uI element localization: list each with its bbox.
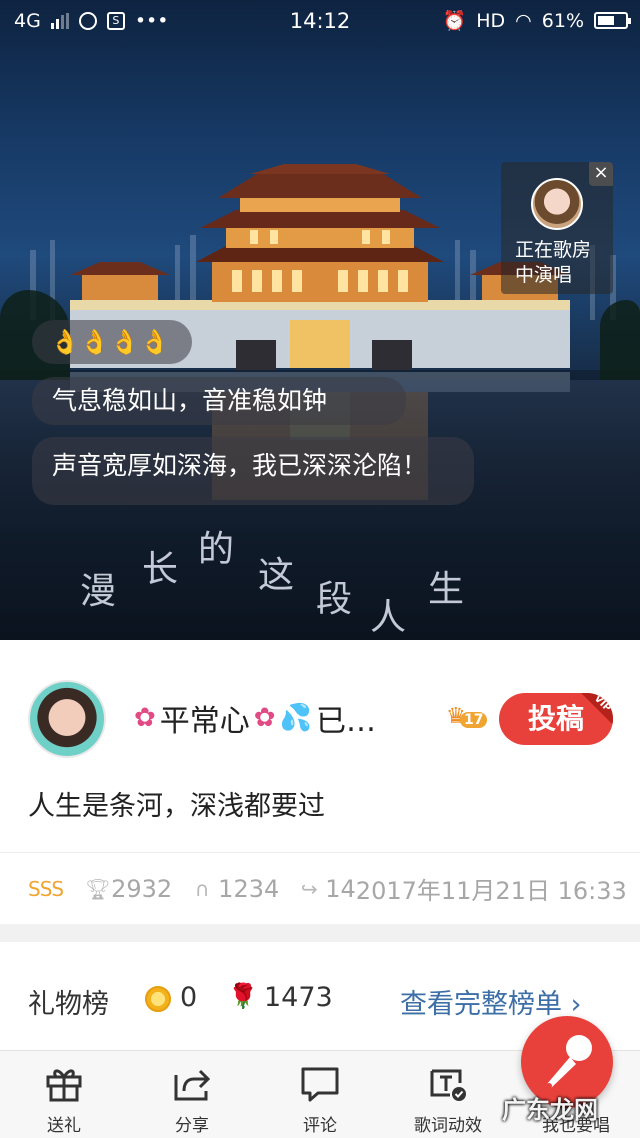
submit-label: 投稿 xyxy=(527,702,584,735)
level-badge[interactable]: ♛ 17 xyxy=(446,702,488,732)
droplets-emoji-icon: 💦 xyxy=(279,703,312,733)
lyric-char: 生 xyxy=(428,569,465,610)
trees-right xyxy=(600,300,640,380)
live-singer-card[interactable]: × 正在歌房 中演唱 xyxy=(501,162,613,294)
lyric-char: 长 xyxy=(142,549,179,590)
flower-emoji-icon: ✿ xyxy=(253,703,276,733)
vip-badge: VIP xyxy=(579,693,613,727)
gift-icon xyxy=(46,1069,82,1102)
coin-icon xyxy=(145,986,171,1012)
gift-label: 送礼 xyxy=(47,1116,81,1136)
lyrics-effect-icon xyxy=(430,1069,466,1101)
lyric-char: 段 xyxy=(316,579,353,620)
video-player[interactable]: 4G S ••• 14:12 ⏰ HD ◠ 61% × 正在歌房 中演唱 👌👌👌… xyxy=(0,0,640,640)
gift-button[interactable]: 送礼 xyxy=(0,1051,128,1138)
share-count-icon: ↪ xyxy=(300,876,318,901)
trophy-count: 2932 xyxy=(111,874,173,903)
singer-card-line2: 中演唱 xyxy=(515,264,573,286)
battery-percent: 61% xyxy=(541,9,584,32)
comment-button[interactable]: 评论 xyxy=(256,1051,384,1138)
battery-icon xyxy=(594,12,631,29)
singer-avatar[interactable] xyxy=(531,178,583,230)
comment-label: 评论 xyxy=(303,1116,337,1136)
alarm-icon: ⏰ xyxy=(442,10,467,32)
rating-badge: SSS xyxy=(28,876,64,901)
listen-count: 1234 xyxy=(218,874,280,903)
comment-bubble: 声音宽厚如深海，我已深深沦陷！ xyxy=(32,437,474,505)
username[interactable]: ✿ 平常心 ✿ 💦 已… xyxy=(134,696,376,740)
headphones-icon: ∩ xyxy=(194,876,210,901)
singer-card-line1: 正在歌房 xyxy=(515,239,592,261)
wifi-icon: ◠ xyxy=(515,9,532,32)
lyric-char: 人 xyxy=(370,597,407,638)
publish-date: 2017年11月21日 16:33 xyxy=(355,877,627,905)
comment-bubble: 👌👌👌👌 xyxy=(32,320,192,364)
user-avatar[interactable] xyxy=(28,680,106,758)
flower-count: 1473 xyxy=(264,982,333,1013)
watermark-text: 广东龙网 xyxy=(502,1096,598,1124)
comment-text: 声音宽厚如深海，我已深深沦陷！ xyxy=(52,451,428,480)
song-description: 人生是条河，深浅都要过 xyxy=(28,791,325,822)
comment-icon xyxy=(301,1067,339,1102)
lyrics-effect-button[interactable]: 歌词动效 xyxy=(384,1051,512,1138)
share-count: 14 xyxy=(325,874,356,903)
flower-emoji-icon: ✿ xyxy=(134,703,156,733)
trophy-icon: 🏆︎ xyxy=(85,876,111,901)
flower-icon: 🌹 xyxy=(228,982,258,1010)
lyric-char: 的 xyxy=(198,529,235,570)
username-text: 平常心 xyxy=(159,704,250,739)
gift-board-title: 礼物榜 xyxy=(28,989,109,1020)
section-divider xyxy=(0,924,640,942)
share-icon xyxy=(174,1069,211,1101)
ok-hand-emoji-row: 👌👌👌👌 xyxy=(50,328,170,356)
submit-button[interactable]: 投稿 VIP xyxy=(499,693,613,745)
song-stats: SSS 🏆︎ 2932 ∩ 1234 ↪ 14 2017年11月21日 16:33 xyxy=(0,852,640,924)
close-icon[interactable]: × xyxy=(589,162,613,186)
lyric-char: 这 xyxy=(258,555,295,596)
lyric-char: 漫 xyxy=(80,571,117,612)
hd-indicator: HD xyxy=(476,9,506,32)
level-number: 17 xyxy=(460,712,488,728)
share-label: 分享 xyxy=(175,1116,209,1136)
coin-count: 0 xyxy=(180,982,198,1013)
status-bar: 4G S ••• 14:12 ⏰ HD ◠ 61% xyxy=(0,0,640,44)
lyrics-effect-label: 歌词动效 xyxy=(414,1116,482,1136)
comment-bubble: 气息稳如山，音准稳如钟 xyxy=(32,377,406,425)
share-button[interactable]: 分享 xyxy=(128,1051,256,1138)
comment-text: 气息稳如山，音准稳如钟 xyxy=(52,386,328,415)
username-suffix: 已… xyxy=(315,704,376,739)
